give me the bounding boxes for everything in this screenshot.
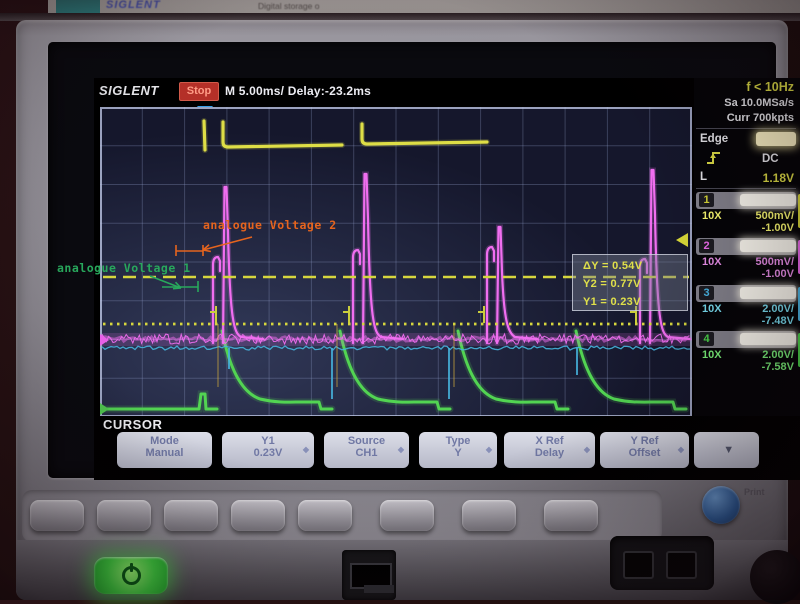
trigger-type: Edge [700, 133, 728, 145]
adjacent-caption: Digital storage o [258, 1, 319, 11]
channel2-number: 2 [699, 239, 714, 253]
menu-button-xref[interactable]: X Ref Delay ◆ [504, 432, 595, 468]
probe-connector-recess [610, 536, 714, 590]
memory-depth: Curr 700kpts [727, 112, 794, 124]
cursor-readout-box: ΔY = 0.54V Y2 = 0.77V Y1 = 0.23V [572, 254, 688, 311]
adjust-diamond-icon: ◆ [584, 445, 590, 454]
channel2-scale: 500mV/ [755, 256, 794, 268]
adjust-diamond-icon: ◆ [398, 445, 404, 454]
logo-accent [56, 0, 100, 13]
power-button[interactable] [94, 557, 168, 594]
menu-title: CURSOR [103, 417, 162, 432]
adjust-diamond-icon: ◆ [678, 445, 684, 454]
menu-button-mode[interactable]: Mode Manual [117, 432, 212, 468]
channel2-offset: -1.00V [762, 268, 794, 280]
cursor-delta-y: ΔY = 0.54V [583, 257, 687, 275]
menu-button-type[interactable]: Type Y ◆ [419, 432, 497, 468]
divider [696, 128, 796, 129]
print-label: Print [744, 487, 765, 497]
softkey-button-2[interactable] [97, 500, 151, 531]
menu-button-source[interactable]: Source CH1 ◆ [324, 432, 409, 468]
print-button[interactable] [702, 486, 740, 524]
channel4-offset: -7.58V [762, 361, 794, 373]
channel3-coupling-box [740, 287, 796, 299]
adjust-diamond-icon: ◆ [486, 445, 492, 454]
channel3-probe: 10X [702, 303, 722, 315]
softkey-button-6[interactable] [380, 500, 434, 531]
page-down-icon: ▼ [723, 444, 734, 456]
connector-slot-1[interactable] [623, 551, 654, 579]
softkey-button-1[interactable] [30, 500, 84, 531]
channel2-info[interactable]: 2 10X 500mV/ -1.00V [696, 238, 800, 280]
oscilloscope-front-panel: SIGLENT Stop M 5.00ms/ Delay:-23.2ms ΔY … [16, 20, 788, 600]
trigger-source-box[interactable] [756, 132, 796, 146]
trigger-slope-icon [706, 150, 722, 165]
softkey-menu: CURSOR Mode Manual Y1 0.23V ◆ Source CH1… [94, 416, 800, 480]
channel4-info[interactable]: 4 10X 2.00V/ -7.58V [696, 331, 800, 373]
trigger-frequency: f < 10Hz [746, 80, 794, 94]
softkey-button-4[interactable] [231, 500, 285, 531]
adjacent-brand: SIGLENT [106, 0, 161, 11]
channel4-number: 4 [699, 332, 714, 346]
channel1-info[interactable]: 1 10X 500mV/ -1.00V [696, 192, 800, 234]
channel1-coupling-box [740, 194, 796, 206]
channel1-probe: 10X [702, 210, 722, 222]
softkey-button-7[interactable] [462, 500, 516, 531]
adjacent-device-edge: SIGLENT Digital storage o [48, 0, 800, 13]
corner-knob[interactable] [750, 550, 800, 604]
softkey-button-8[interactable] [544, 500, 598, 531]
menu-button-yref[interactable]: Y Ref Offset ◆ [600, 432, 689, 468]
channel4-probe: 10X [702, 349, 722, 361]
trigger-level-label: L [700, 171, 707, 183]
trigger-level-value: 1.18V [763, 171, 794, 185]
timebase-readout: M 5.00ms/ Delay:-23.2ms [225, 84, 371, 98]
adjust-diamond-icon: ◆ [303, 445, 309, 454]
sample-rate: Sa 10.0MSa/s [724, 97, 794, 109]
channel3-scale: 2.00V/ [762, 303, 794, 315]
connector-slot-2[interactable] [666, 551, 697, 579]
softkey-button-5[interactable] [298, 500, 352, 531]
channel1-scale: 500mV/ [755, 210, 794, 222]
trigger-coupling: DC [762, 153, 779, 165]
menu-button-y1[interactable]: Y1 0.23V ◆ [222, 432, 314, 468]
channel2-probe: 10X [702, 256, 722, 268]
channel3-number: 3 [699, 286, 714, 300]
divider [696, 188, 796, 189]
channel2-coupling-box [740, 240, 796, 252]
channel1-number: 1 [699, 193, 714, 207]
channel4-scale: 2.00V/ [762, 349, 794, 361]
channel1-offset: -1.00V [762, 222, 794, 234]
menu-button-page[interactable]: ▼ [694, 432, 759, 468]
cursor-y2: Y2 = 0.77V [583, 275, 687, 293]
channel4-coupling-box [740, 333, 796, 345]
cursor-y1: Y1 = 0.23V [583, 293, 687, 311]
screen-bezel: SIGLENT Stop M 5.00ms/ Delay:-23.2ms ΔY … [48, 42, 776, 478]
softkey-button-3[interactable] [164, 500, 218, 531]
annotation-voltage-1: analogue Voltage 1 [57, 261, 191, 275]
channel3-offset: -7.48V [762, 315, 794, 327]
scope-screen: SIGLENT Stop M 5.00ms/ Delay:-23.2ms ΔY … [94, 78, 800, 480]
channel3-info[interactable]: 3 10X 2.00V/ -7.48V [696, 285, 800, 327]
scope-brand: SIGLENT [99, 83, 159, 98]
run-state-badge[interactable]: Stop [179, 82, 219, 101]
usb-port[interactable] [342, 550, 396, 600]
annotation-voltage-2: analogue Voltage 2 [203, 218, 337, 232]
